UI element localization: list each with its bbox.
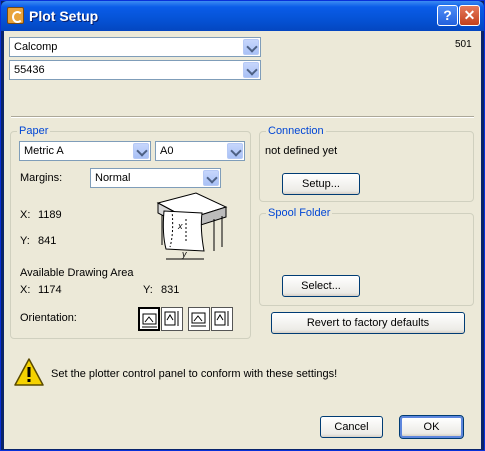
portrait-orientation-icon <box>142 313 157 328</box>
warning-icon <box>14 358 44 386</box>
warning-message: Set the plotter control panel to conform… <box>51 368 338 380</box>
device-code: 501 <box>455 39 472 50</box>
margins-value: Normal <box>95 172 131 184</box>
chevron-down-icon[interactable] <box>203 170 219 186</box>
paper-y-value: 841 <box>38 235 57 247</box>
avail-x-value: 1174 <box>38 284 62 296</box>
diagram-x-label: x <box>177 221 183 231</box>
chevron-down-icon[interactable] <box>243 62 259 78</box>
connection-group-title: Connection <box>266 125 326 137</box>
window-title: Plot Setup <box>29 8 99 24</box>
paper-x-value: 1189 <box>38 209 62 221</box>
connection-status: not defined yet <box>265 145 338 157</box>
orientation-landscape-button[interactable] <box>188 307 210 331</box>
dialog-body: Calcomp 501 55436 Paper Metric A A0 Marg… <box>4 31 481 449</box>
paper-size-select[interactable]: A0 <box>155 141 245 161</box>
chevron-down-icon[interactable] <box>227 143 243 159</box>
paper-standard-select[interactable]: Metric A <box>19 141 151 161</box>
available-area-label: Available Drawing Area <box>20 267 134 279</box>
chevron-down-icon[interactable] <box>133 143 149 159</box>
app-icon <box>7 7 24 24</box>
orientation-portrait-button[interactable] <box>138 307 160 331</box>
orientation-label: Orientation: <box>20 312 77 324</box>
close-button[interactable]: ✕ <box>459 5 480 26</box>
paper-y-label: Y: <box>20 235 30 247</box>
device-select[interactable]: Calcomp <box>9 37 261 57</box>
paper-group-title: Paper <box>17 125 51 137</box>
paper-size-value: A0 <box>160 145 174 157</box>
margins-select[interactable]: Normal <box>90 168 221 188</box>
help-button[interactable]: ? <box>437 5 458 26</box>
title-bar[interactable]: Plot Setup ? ✕ <box>1 1 484 31</box>
model-select[interactable]: 55436 <box>9 60 261 80</box>
paper-x-label: X: <box>20 209 31 221</box>
model-select-value: 55436 <box>14 64 45 76</box>
avail-x-label: X: <box>20 284 31 296</box>
separator <box>11 116 474 118</box>
chevron-down-icon[interactable] <box>243 39 259 55</box>
landscape-orientation-icon <box>191 312 206 327</box>
landscape-rotated-orientation-icon <box>214 311 229 326</box>
orientation-portrait-rotated-button[interactable] <box>161 307 183 331</box>
plotter-diagram-icon: x y <box>156 192 228 260</box>
plot-setup-window: Plot Setup ? ✕ Calcomp 501 55436 Paper M… <box>0 0 485 451</box>
setup-button[interactable]: Setup... <box>282 173 360 195</box>
avail-y-value: 831 <box>161 284 180 296</box>
portrait-rotated-orientation-icon <box>164 311 179 326</box>
cancel-button[interactable]: Cancel <box>320 416 383 438</box>
diagram-y-label: y <box>181 249 187 259</box>
paper-standard-value: Metric A <box>24 145 64 157</box>
orientation-landscape-rotated-button[interactable] <box>211 307 233 331</box>
spool-folder-group-title: Spool Folder <box>266 207 333 219</box>
select-folder-button[interactable]: Select... <box>282 275 360 297</box>
device-select-value: Calcomp <box>14 41 58 53</box>
margins-label: Margins: <box>20 172 63 184</box>
revert-defaults-button[interactable]: Revert to factory defaults <box>271 312 465 334</box>
avail-y-label: Y: <box>143 284 153 296</box>
ok-button[interactable]: OK <box>399 415 464 439</box>
